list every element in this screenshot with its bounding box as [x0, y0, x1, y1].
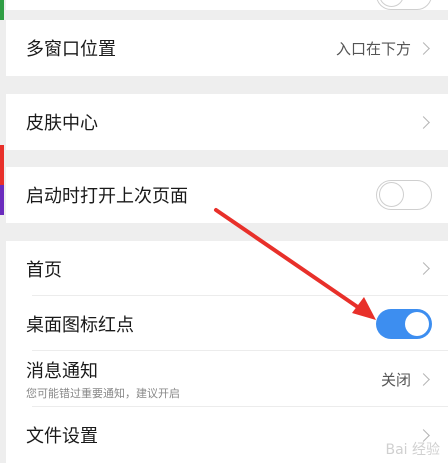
- toggle-knob: [379, 182, 404, 207]
- restore-last-page-label: 启动时打开上次页面: [26, 186, 188, 207]
- edge-strip: [0, 0, 4, 20]
- file-settings-label: 文件设置: [26, 426, 98, 447]
- settings-page: 多窗口位置 入口在下方 皮肤中心 启动时打开上次页面 首页 桌面图标红点 消息通…: [0, 0, 448, 463]
- chevron-right-icon: [417, 115, 430, 129]
- icon-badge-label: 桌面图标红点: [26, 314, 134, 336]
- chevron-right-icon: [417, 372, 430, 386]
- notifications-text: 消息通知 您可能错过重要通知，建议开启: [26, 357, 381, 401]
- icon-badge-row[interactable]: 桌面图标红点: [6, 296, 448, 351]
- edge-strip: [0, 185, 4, 215]
- chevron-right-icon: [417, 262, 430, 275]
- multi-window-value: 入口在下方: [335, 39, 411, 58]
- multi-window-label: 多窗口位置: [26, 39, 116, 60]
- notifications-value: 关闭: [380, 370, 411, 389]
- notifications-label: 消息通知: [26, 361, 98, 382]
- home-page-row[interactable]: 首页: [6, 241, 448, 296]
- restore-last-page-toggle[interactable]: [376, 180, 432, 210]
- skin-center-row[interactable]: 皮肤中心: [6, 94, 448, 150]
- watermark: Bai 经验: [385, 442, 440, 458]
- skin-center-label: 皮肤中心: [26, 113, 98, 134]
- file-settings-row[interactable]: 文件设置: [6, 407, 448, 463]
- notifications-subtitle: 您可能错过重要通知，建议开启: [26, 387, 180, 400]
- partial-setting-row[interactable]: [6, 0, 448, 10]
- icon-badge-toggle[interactable]: [376, 308, 432, 339]
- partial-toggle[interactable]: [376, 0, 432, 10]
- multi-window-position-row[interactable]: 多窗口位置 入口在下方: [6, 20, 448, 76]
- notifications-row[interactable]: 消息通知 您可能错过重要通知，建议开启 关闭: [6, 351, 448, 407]
- restore-last-page-row[interactable]: 启动时打开上次页面: [6, 167, 448, 223]
- toggle-knob: [405, 311, 429, 336]
- chevron-right-icon: [417, 41, 430, 55]
- home-page-label: 首页: [26, 259, 62, 281]
